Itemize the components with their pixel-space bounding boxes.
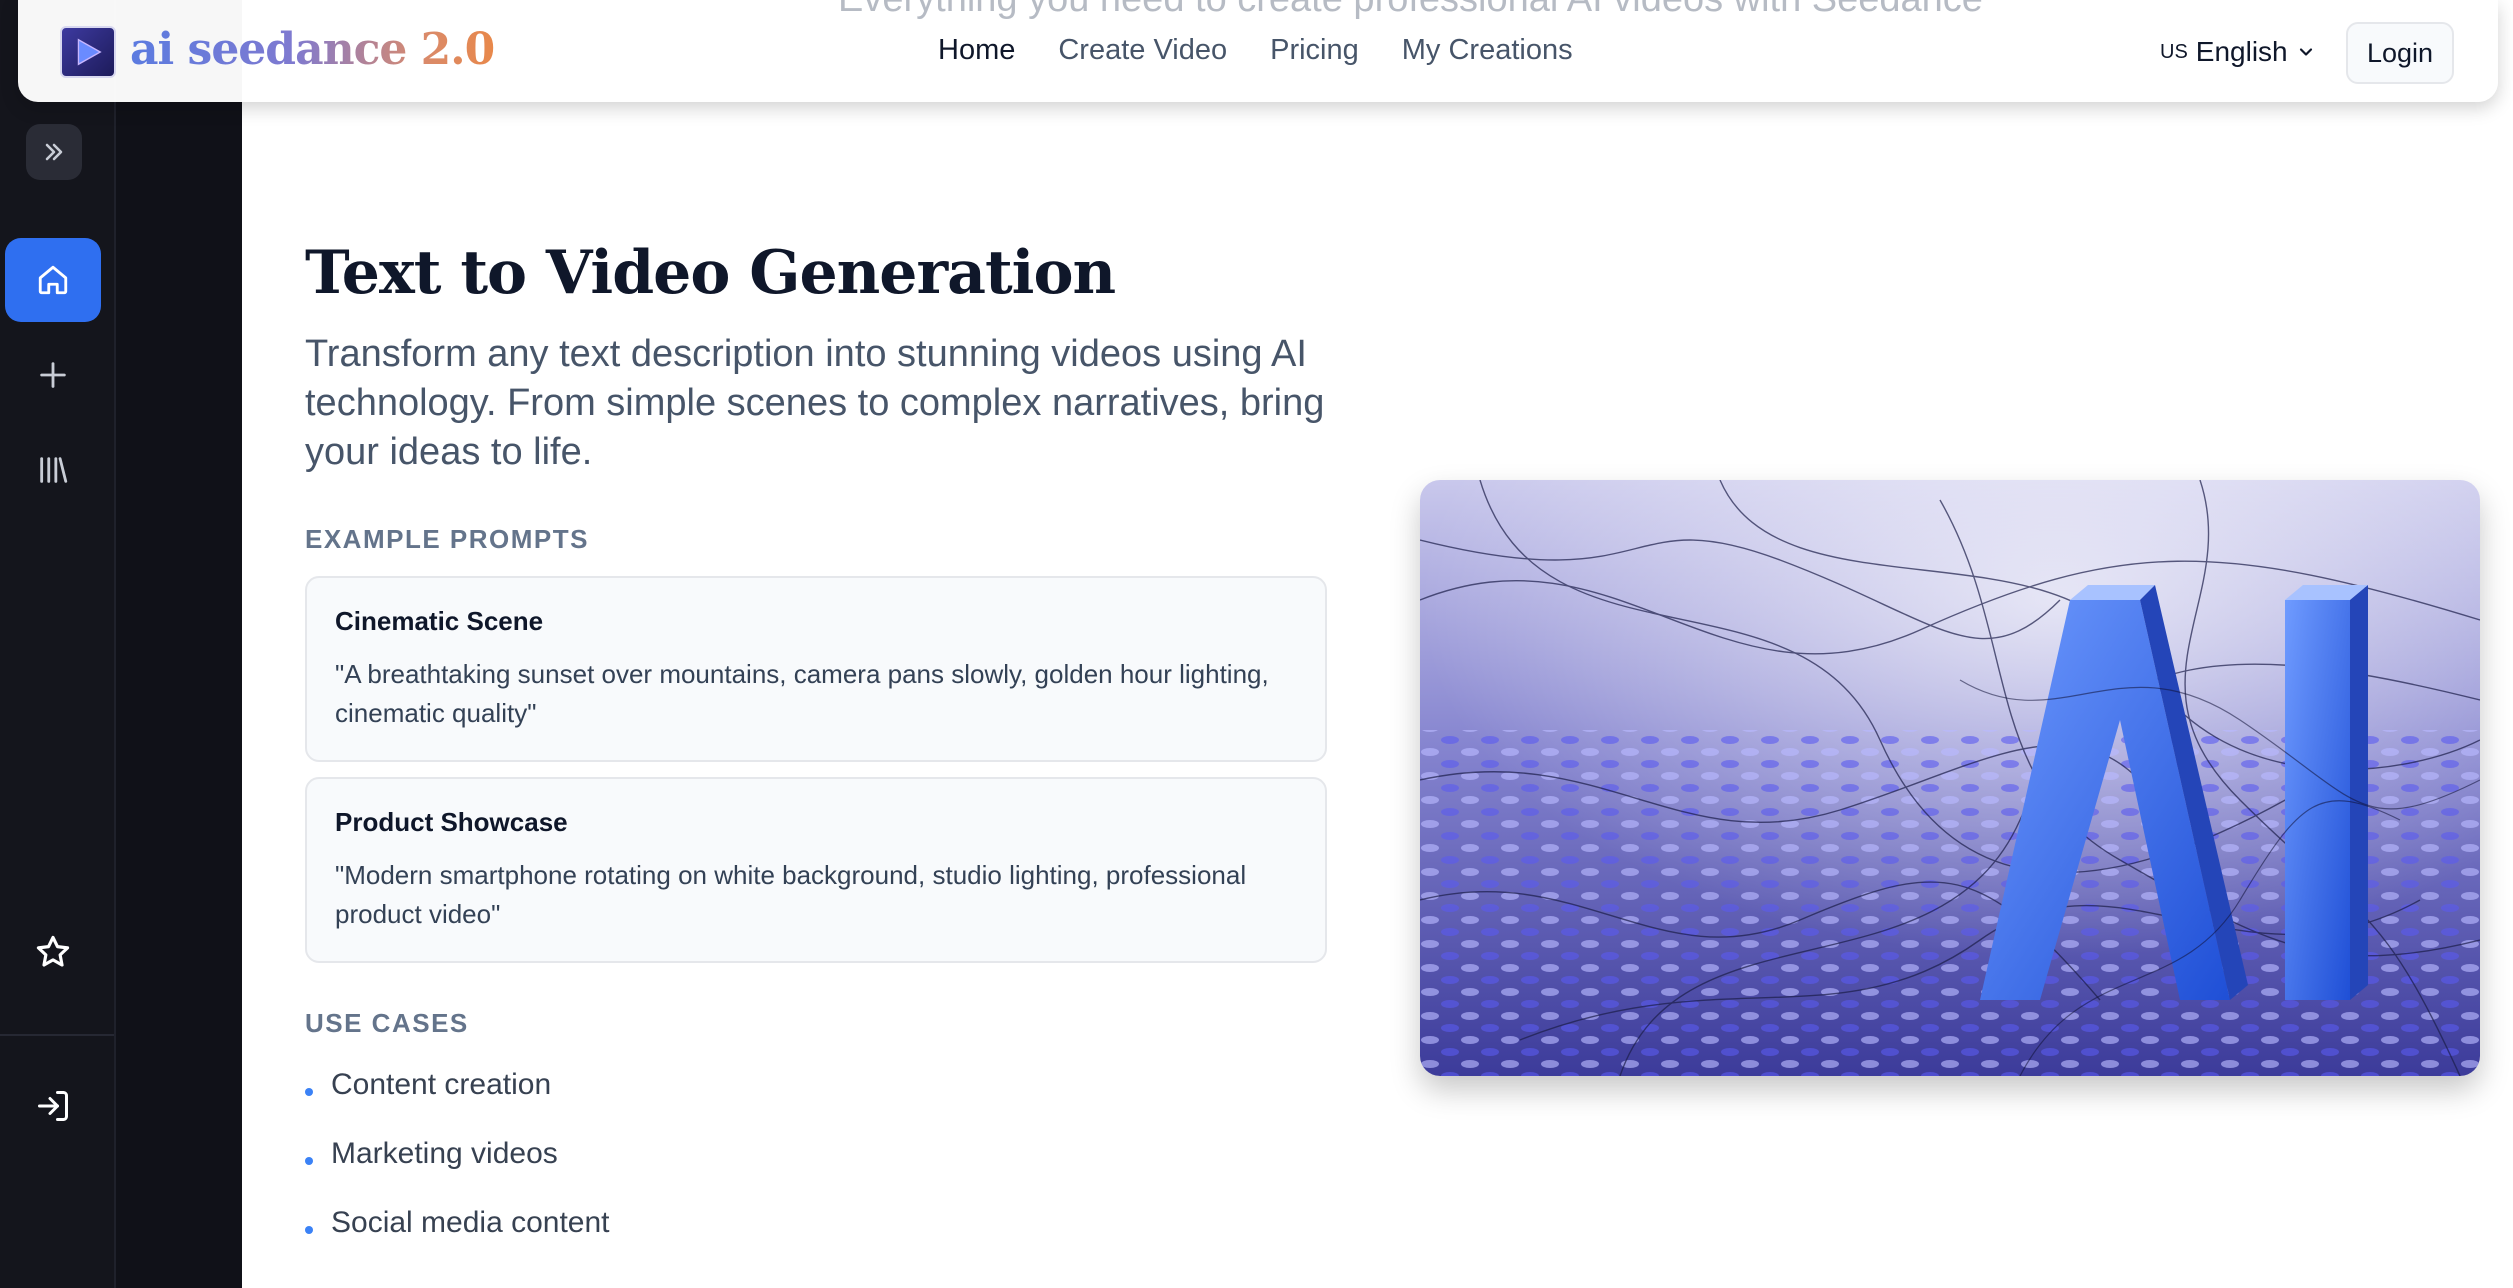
use-cases-label: USE CASES xyxy=(305,1008,469,1038)
bullet-icon xyxy=(305,1225,313,1234)
list-item: Content creation xyxy=(305,1050,610,1119)
chevron-down-icon xyxy=(2299,48,2312,56)
login-button[interactable]: Login xyxy=(2346,22,2454,84)
bullet-icon xyxy=(305,1087,313,1096)
section-description: Transform any text description into stun… xyxy=(305,333,1325,473)
sidebar-item-home[interactable] xyxy=(5,238,101,322)
list-item: Social media content xyxy=(305,1188,610,1257)
nav-pricing[interactable]: Pricing xyxy=(1270,34,1359,67)
main-nav: Home Create Video Pricing My Creations xyxy=(938,34,1573,67)
flag-label: US xyxy=(2160,40,2188,63)
sidebar-item-library[interactable] xyxy=(5,428,101,512)
star-icon xyxy=(36,935,70,967)
bullet-icon xyxy=(305,1156,313,1165)
language-selector[interactable]: US English xyxy=(2160,36,2316,68)
section-title: Text to Video Generation xyxy=(305,238,1116,308)
prompt-title: Product Showcase xyxy=(335,807,568,837)
language-label: English xyxy=(2195,36,2288,67)
prompt-text: "A breathtaking sunset over mountains, c… xyxy=(335,659,1269,728)
nav-my-creations[interactable]: My Creations xyxy=(1402,34,1573,67)
home-icon xyxy=(38,265,68,295)
sign-in-icon xyxy=(38,1091,68,1121)
sidebar-item-create[interactable] xyxy=(5,333,101,417)
prompt-card-cinematic[interactable]: Cinematic Scene "A breathtaking sunset o… xyxy=(305,576,1327,762)
hero-image xyxy=(1420,480,2480,1076)
library-icon xyxy=(40,457,68,483)
plus-icon xyxy=(40,362,66,388)
nav-create-video[interactable]: Create Video xyxy=(1058,34,1227,67)
header-ghost-tagline: Everything you need to create profession… xyxy=(838,0,1983,21)
prompt-title: Cinematic Scene xyxy=(335,606,544,636)
top-header: Everything you need to create profession… xyxy=(18,0,2498,102)
nav-home[interactable]: Home xyxy=(938,34,1015,67)
logo-icon[interactable] xyxy=(60,26,116,78)
example-prompts-label: EXAMPLE PROMPTS xyxy=(305,524,589,554)
sidebar-panel xyxy=(114,0,242,1288)
expand-sidebar-button[interactable] xyxy=(26,124,82,180)
chevrons-right-icon xyxy=(45,143,63,161)
logo-text[interactable]: ai seedance 2.0 xyxy=(130,24,495,75)
use-cases-list: Content creation Marketing videos Social… xyxy=(305,1050,610,1257)
sidebar-divider xyxy=(0,1034,114,1036)
list-item: Marketing videos xyxy=(305,1119,610,1188)
prompt-card-product[interactable]: Product Showcase "Modern smartphone rota… xyxy=(305,777,1327,963)
sidebar-item-favorites[interactable] xyxy=(5,910,101,994)
prompt-text: "Modern smartphone rotating on white bac… xyxy=(335,860,1247,929)
sidebar-item-sign-in[interactable] xyxy=(5,1064,101,1148)
